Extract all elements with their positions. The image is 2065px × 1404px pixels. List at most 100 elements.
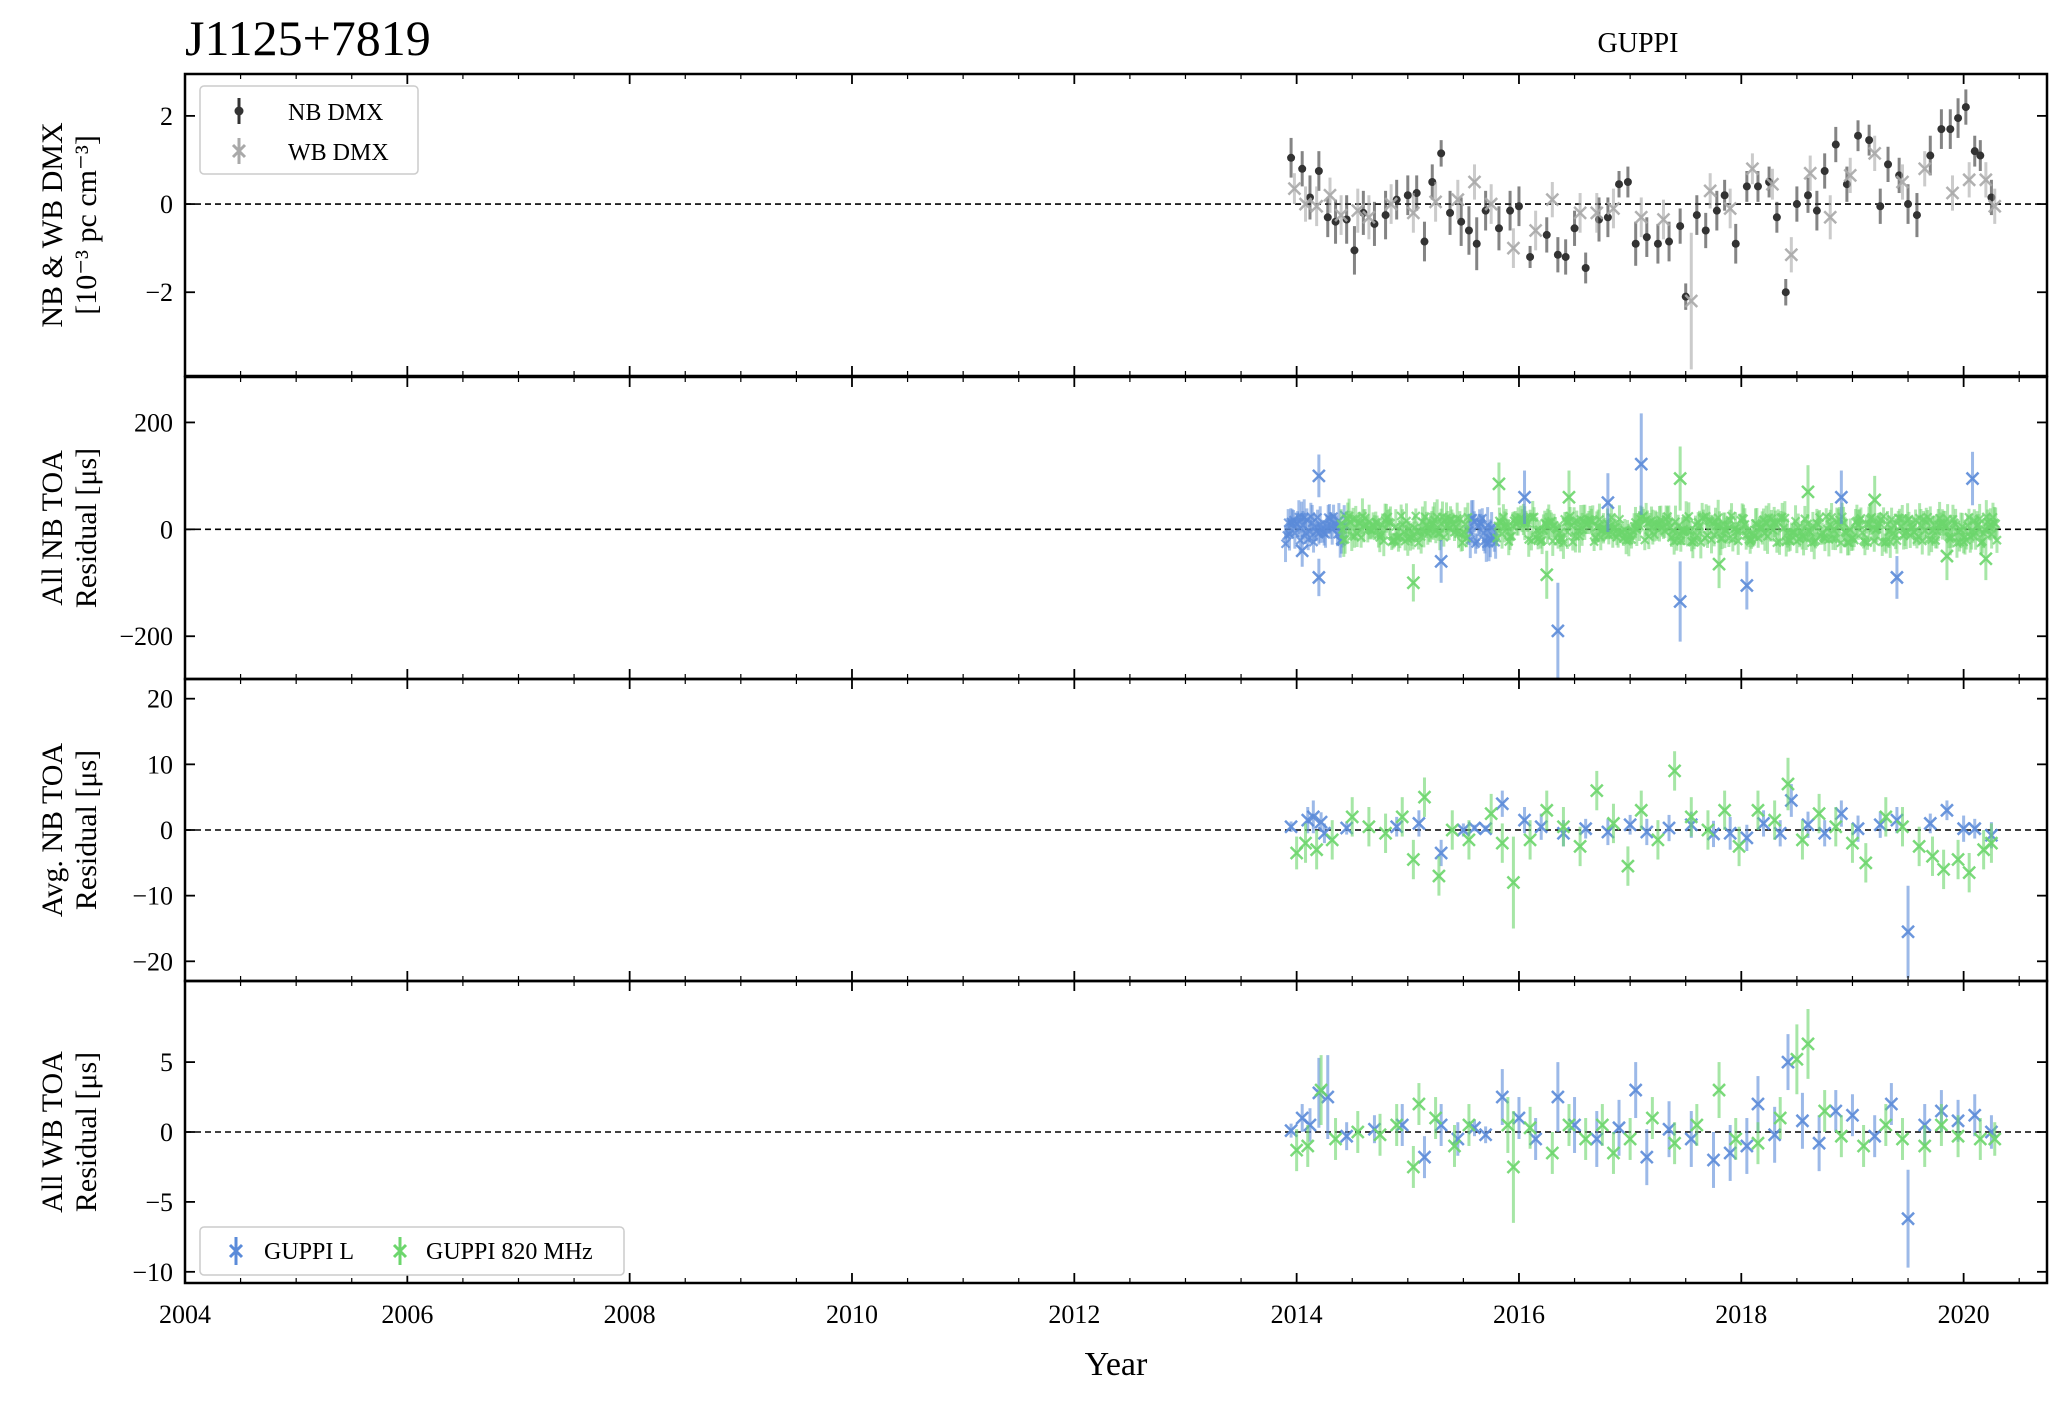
x-tick-label: 2012 [1048,1300,1100,1329]
legend-dmx: NB DMX WB DMX [199,85,419,175]
data-point [1623,178,1632,187]
data-point [1701,226,1710,235]
data-point [1642,233,1651,242]
data-point [1437,149,1446,158]
data-point [1865,136,1874,145]
data-point [1772,213,1781,222]
x-tick-label: 2004 [159,1300,211,1329]
data-point [1581,263,1590,272]
data-point [1323,213,1332,222]
panel-all-wb-toa: −10 −5 0 5 All WB TOA Residual [μs] 2004 2006 20… [36,979,2049,1329]
x-axis-label: Year [1085,1346,1148,1383]
x-tick-label: 2006 [381,1300,433,1329]
y-tick-label: 10 [147,750,173,779]
data-point [1298,164,1307,173]
data-point [1753,182,1762,191]
data-point [1961,103,1970,112]
data-point [1854,131,1863,140]
data-point [1954,114,1963,123]
data-point [1420,237,1429,246]
y-axis-label-units: [10⁻³ pc cm⁻³] [70,135,103,315]
data-point [1912,211,1921,220]
y-tick-label: −10 [132,1258,173,1287]
data-point [1561,252,1570,261]
data-point [1976,151,1985,160]
data-point [1542,230,1551,239]
residuals-figure: J1125+7819 GUPPI Year −2 0 2 NB & WB DMX [10… [36,10,2049,1383]
y-tick-label: −2 [145,278,173,307]
x-tick-label: 2010 [826,1300,878,1329]
y-tick-label: −200 [119,622,173,651]
data-point [1884,160,1893,169]
data-point [1494,224,1503,233]
x-tick-label: 2008 [604,1300,656,1329]
x-tick-label: 2016 [1493,1300,1545,1329]
y-axis-label: All NB TOA [36,450,69,606]
data-point [1381,211,1390,220]
data-point [1712,206,1721,215]
data-point [1742,182,1751,191]
y-tick-label: 200 [134,408,173,437]
y-tick-label: 0 [160,816,173,845]
data-point [1287,153,1296,162]
y-tick-label: 20 [147,685,173,714]
data-point [1937,125,1946,134]
panel-avg-nb-toa: −20 −10 0 10 20 Avg. NB TOA Residual [μs] [36,677,2049,983]
legend-guppi-l-label: GUPPI L [264,1239,354,1265]
data-point [1720,191,1729,200]
data-point [1731,239,1740,248]
data-point [1314,166,1323,175]
y-tick-label: 2 [160,102,173,131]
data-point [1926,151,1935,160]
y-axis-label: Avg. NB TOA [36,743,69,918]
data-point [1904,200,1913,209]
data-point [1570,224,1579,233]
data-point [1676,222,1685,231]
data-point [1803,191,1812,200]
figure-title: J1125+7819 [185,10,431,66]
data-point [1692,211,1701,220]
data-point [1506,206,1515,215]
data-point [1876,202,1885,211]
y-axis-label-units: Residual [μs] [70,750,103,910]
data-point [1792,200,1801,209]
y-axis-label: NB & WB DMX [36,122,69,328]
y-tick-label: 5 [160,1048,173,1077]
data-point [1403,191,1412,200]
legend-receivers: GUPPI L GUPPI 820 MHz [199,1226,625,1276]
data-point [1446,208,1455,217]
y-tick-label: −5 [145,1188,173,1217]
plot-area [185,413,2047,679]
data-point [1464,226,1473,235]
figure-subtitle: GUPPI [1598,28,1679,59]
panel-frame [183,72,2049,378]
data-point [1615,180,1624,189]
data-point [1514,202,1523,211]
y-tick-label: −10 [132,882,173,911]
x-tick-label: 2018 [1715,1300,1767,1329]
data-point [1812,206,1821,215]
x-tick-label: 2020 [1938,1300,1990,1329]
legend-nb-label: NB DMX [288,100,383,126]
data-point [1553,250,1562,259]
y-tick-label: 0 [160,515,173,544]
x-tick-label: 2014 [1271,1300,1323,1329]
y-axis-label-units: Residual [μs] [70,448,103,608]
data-point [1820,166,1829,175]
data-point [1631,239,1640,248]
data-point [1665,237,1674,246]
data-point [1653,239,1662,248]
data-point [1526,252,1535,261]
legend-wb-label: WB DMX [288,140,389,166]
panel-all-nb-toa: −200 0 200 All NB TOA Residual [μs] [36,375,2049,681]
data-point [1350,246,1359,255]
plot-area [185,89,2047,370]
y-axis-label: All WB TOA [36,1051,69,1213]
data-point [1831,140,1840,149]
y-axis-label-units: Residual [μs] [70,1052,103,1212]
plot-area [185,751,2047,978]
data-point [1946,125,1955,134]
y-tick-label: 0 [160,190,173,219]
data-point [1472,239,1481,248]
data-point [1781,288,1790,297]
